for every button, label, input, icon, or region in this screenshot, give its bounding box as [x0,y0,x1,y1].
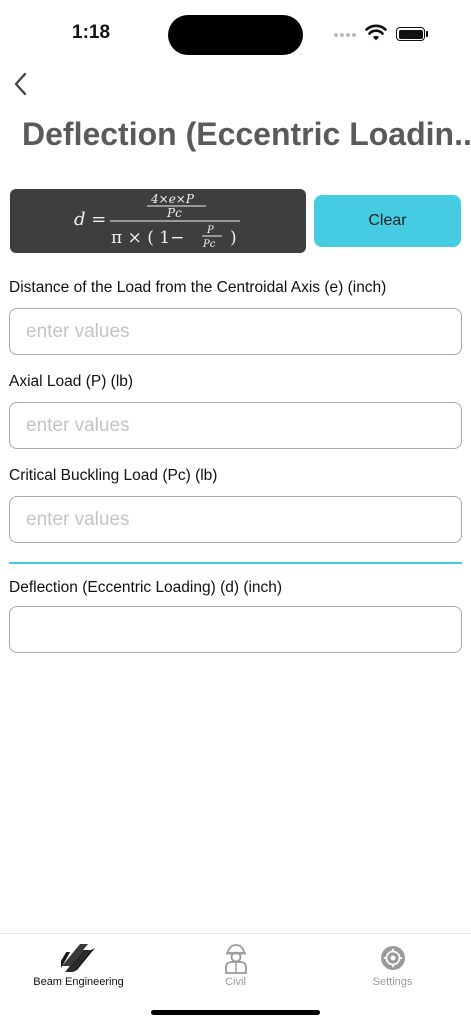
page-title: Deflection (Eccentric Loadin... [22,116,471,152]
formula-image: d = 4×e×P Pc π × ( 1− P Pc ) [10,189,306,253]
home-indicator [151,1010,320,1015]
battery-icon [396,27,425,41]
wifi-icon [365,24,387,41]
dynamic-island [168,15,303,55]
cellular-signal-icon [334,33,356,37]
axial-load-input[interactable] [9,402,462,449]
formula-denominator-suffix: ) [230,228,237,248]
deflection-result-label: Deflection (Eccentric Loading) (d) (inch… [9,579,283,596]
tab-settings[interactable]: Settings [314,934,471,994]
formula-numerator-top: 4×e×P [150,192,195,206]
gear-icon [380,946,405,970]
distance-label: Distance of the Load from the Centroidal… [9,279,387,296]
status-time: 1:18 [72,22,111,43]
tab-label-settings: Settings [372,976,413,988]
tab-label-beam-engineering: Beam Engineering [33,976,124,988]
section-divider [9,562,462,564]
formula-lhs: d = [74,209,106,230]
formula-frac-top: P [206,225,214,236]
formula-numerator-bottom: Pc [166,206,182,220]
tab-beam-engineering[interactable]: Beam Engineering [0,934,157,994]
tab-label-civil: Civil [225,976,246,988]
formula-frac-bottom: Pc [202,239,216,250]
critical-buckling-load-input[interactable] [9,496,462,543]
chevron-left-icon[interactable] [10,70,32,98]
worker-icon [224,944,247,974]
critical-buckling-load-label: Critical Buckling Load (Pc) (lb) [9,467,218,484]
deflection-result-output [9,606,462,653]
tab-civil[interactable]: Civil [157,934,314,994]
formula-denominator-prefix: π × ( 1− [111,228,184,248]
distance-input[interactable] [9,308,462,355]
clear-button[interactable]: Clear [314,195,461,247]
formula-svg: d = 4×e×P Pc π × ( 1− P Pc ) [74,192,240,250]
battery-cap [426,31,428,37]
axial-load-label: Axial Load (P) (lb) [9,373,134,390]
i-beam-icon [60,944,95,972]
